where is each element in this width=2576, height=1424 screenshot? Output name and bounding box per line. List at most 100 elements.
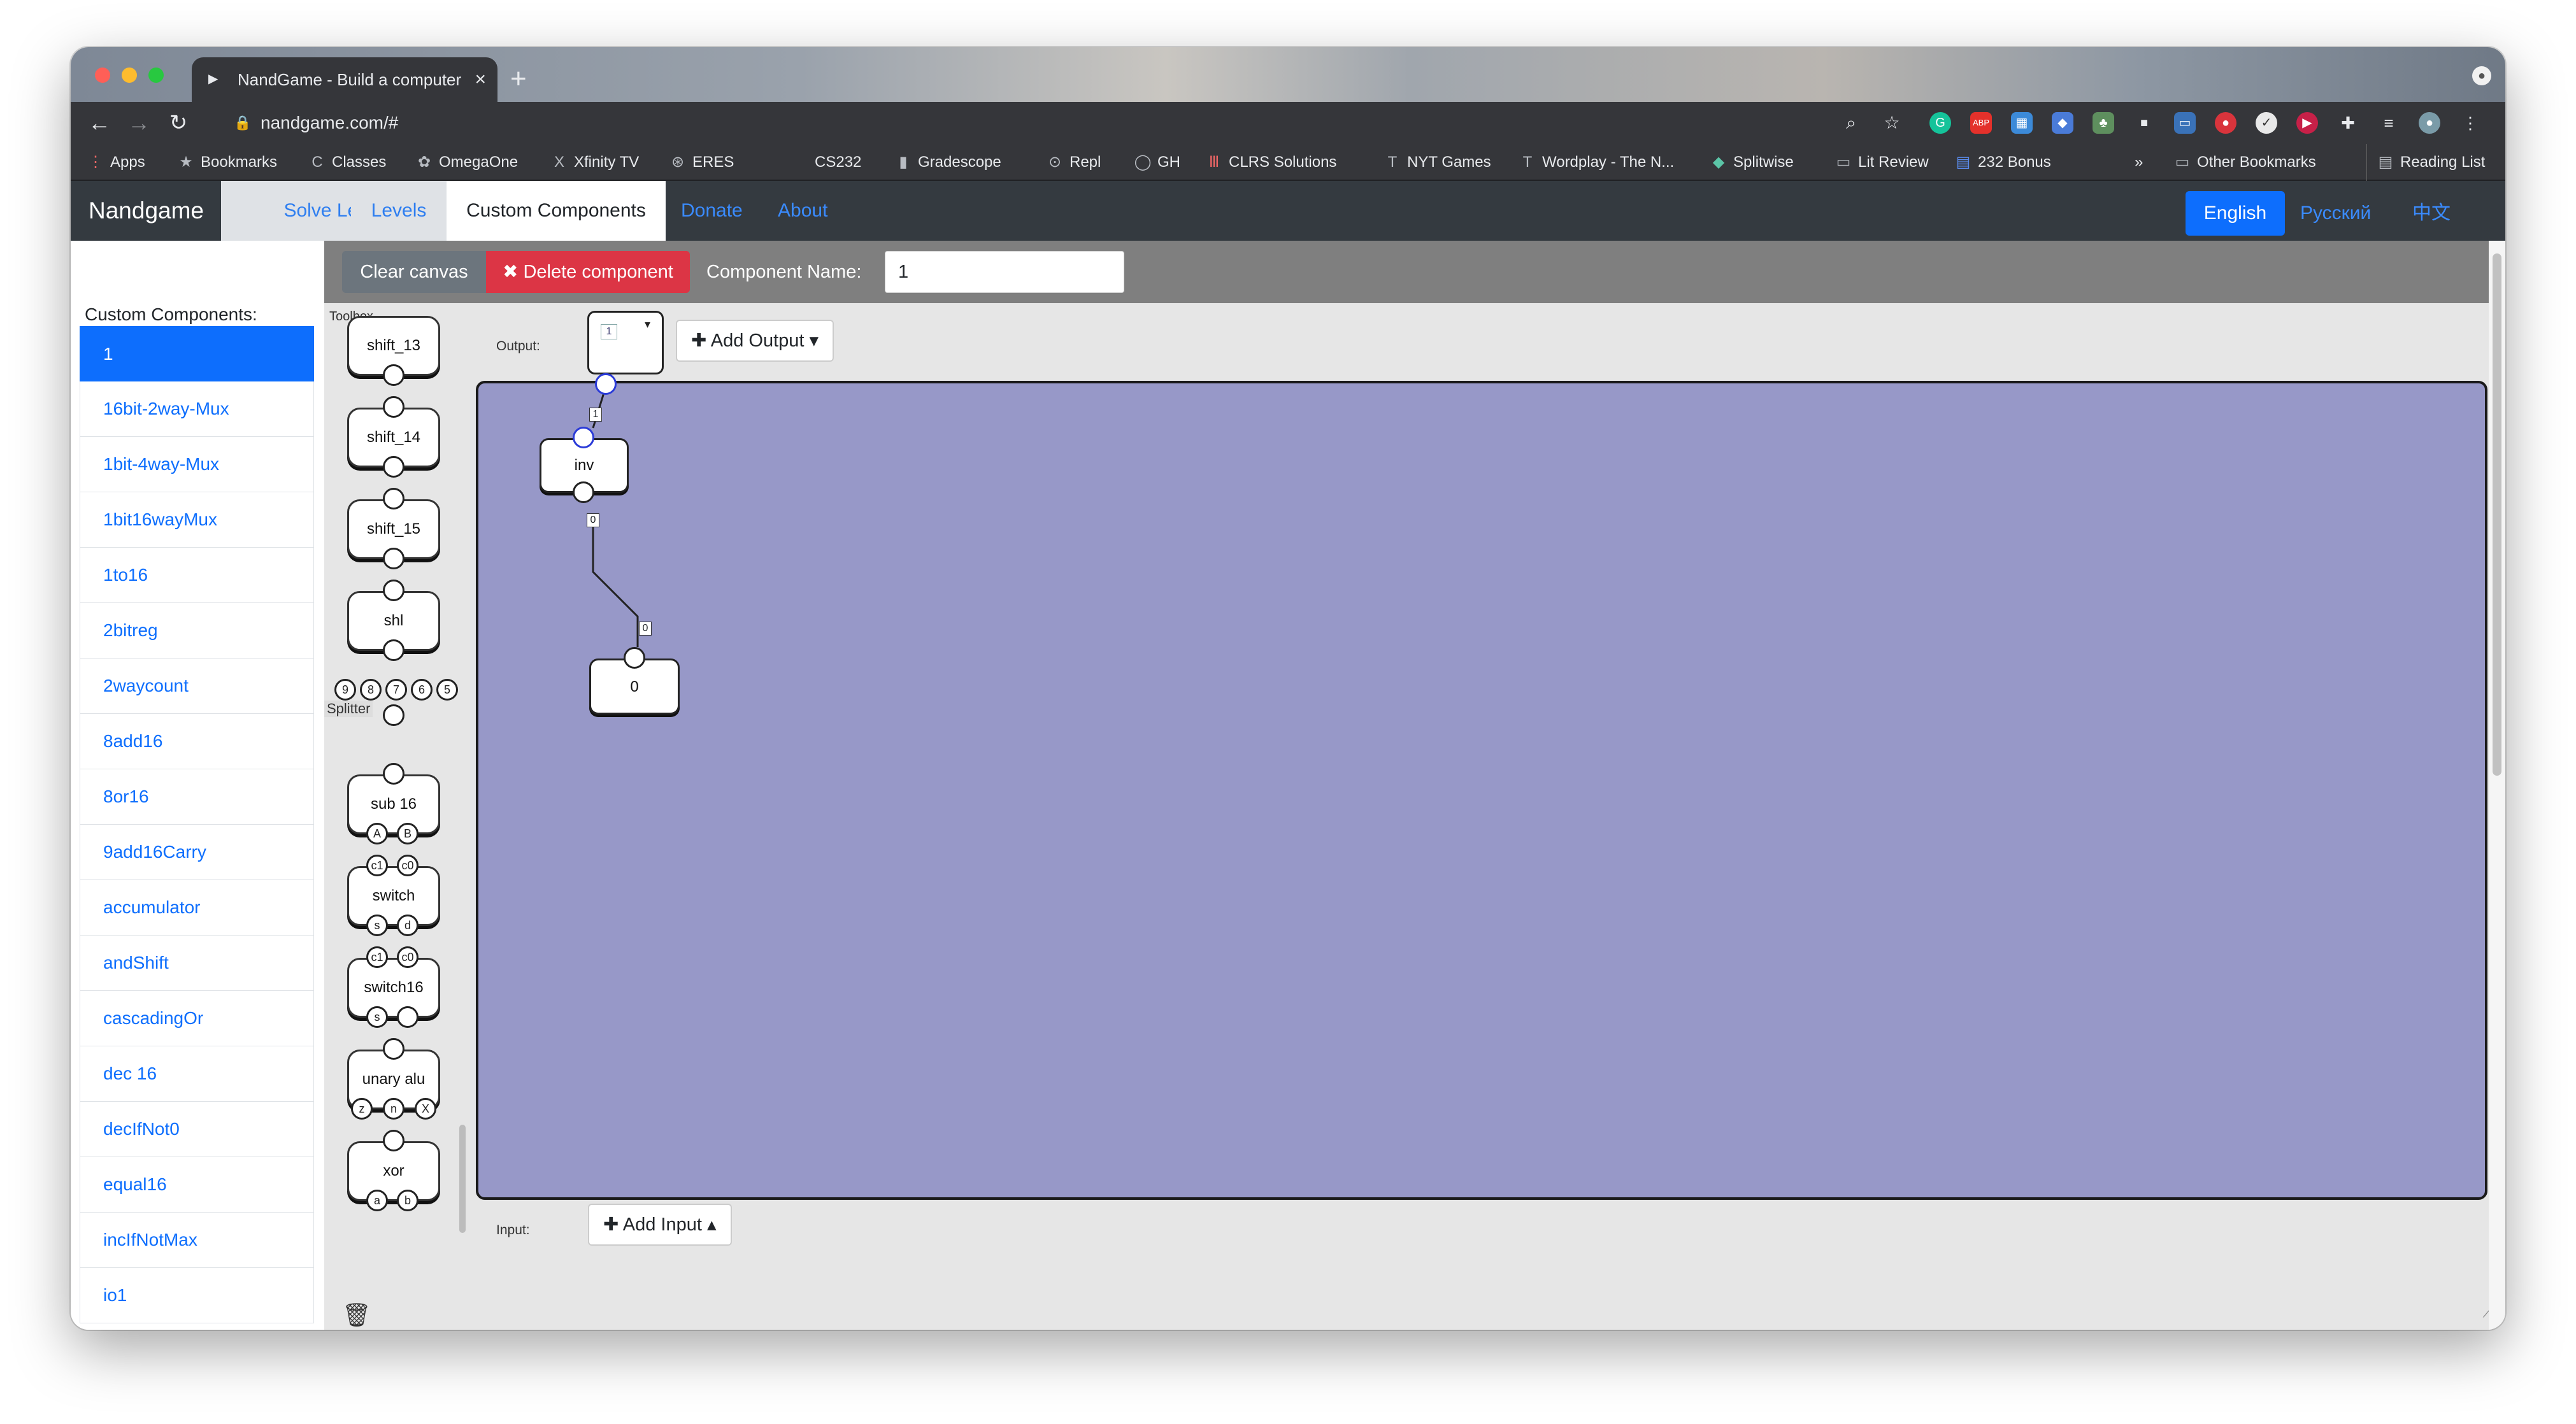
page-scrollbar[interactable] xyxy=(2489,241,2505,1330)
bookmark-item[interactable]: ⊙ Repl xyxy=(1045,144,1101,181)
output-port[interactable] xyxy=(595,373,617,395)
component-list-item[interactable]: 8or16 xyxy=(80,769,314,825)
component-list-item[interactable]: accumulator xyxy=(80,880,314,936)
delete-component-button[interactable]: ✖ Delete component xyxy=(486,251,690,293)
bookmark-star-icon[interactable]: ☆ xyxy=(1881,112,1903,134)
input-port[interactable] xyxy=(383,763,404,785)
bookmark-item[interactable]: ▮ Gradescope xyxy=(894,144,1001,181)
bookmark-item[interactable]: ◆ Splitwise xyxy=(1709,144,1794,181)
input-port[interactable]: c1 xyxy=(366,855,388,876)
profile-icon[interactable]: ● xyxy=(2472,66,2491,85)
input-port[interactable]: b xyxy=(397,1190,419,1211)
other-bookmarks[interactable]: ▭ Other Bookmarks xyxy=(2173,144,2316,181)
grammarly-icon[interactable]: G xyxy=(1929,112,1951,134)
bookmark-item[interactable]: X Xfinity TV xyxy=(550,144,639,181)
input-port[interactable]: a xyxy=(366,1190,388,1211)
bookmark-item[interactable]: CS232 xyxy=(791,144,861,181)
input-port[interactable]: n xyxy=(383,1098,404,1120)
input-port[interactable] xyxy=(383,396,404,418)
component-list-item[interactable]: cascadingOr xyxy=(80,991,314,1046)
extension-icon[interactable]: ▶ xyxy=(2296,112,2318,134)
extension-icon[interactable]: ✓ xyxy=(2256,112,2277,134)
bookmark-item[interactable]: ▤ 232 Bonus xyxy=(1954,144,2051,181)
menu-icon[interactable]: ⋮ xyxy=(2459,112,2481,134)
input-port[interactable]: c0 xyxy=(397,946,419,968)
input-port[interactable] xyxy=(383,488,404,509)
output-port[interactable] xyxy=(383,456,404,478)
input-port[interactable]: s xyxy=(366,915,388,936)
input-port[interactable]: c1 xyxy=(366,946,388,968)
component-list-item[interactable]: 2bitreg xyxy=(80,603,314,659)
trash-icon[interactable]: 🗑 xyxy=(342,1302,371,1328)
bookmark-item[interactable]: ⋮ Apps xyxy=(86,144,145,181)
brand[interactable]: Nandgame xyxy=(89,181,204,241)
output-port[interactable] xyxy=(383,548,404,569)
input-port[interactable]: z xyxy=(351,1098,373,1120)
back-icon[interactable]: ← xyxy=(83,102,115,144)
component-list-item[interactable]: 1 xyxy=(80,326,314,381)
bookmark-item[interactable]: ✿ OmegaOne xyxy=(415,144,518,181)
bookmark-item[interactable]: Ⅲ CLRS Solutions xyxy=(1205,144,1337,181)
component-list-item[interactable]: andShift xyxy=(80,936,314,991)
bookmark-item[interactable]: T NYT Games xyxy=(1383,144,1491,181)
bookmark-item[interactable]: C Classes xyxy=(308,144,386,181)
more-bookmarks-button[interactable]: » xyxy=(2135,144,2143,181)
extension-icon[interactable]: ▭ xyxy=(2174,112,2196,134)
close-window-button[interactable] xyxy=(95,68,110,83)
extension-icon[interactable]: ▦ xyxy=(2011,112,2033,134)
component-list-item[interactable]: incIfNotMax xyxy=(80,1213,314,1268)
output-port[interactable] xyxy=(383,1130,404,1151)
input-port[interactable] xyxy=(383,580,404,601)
forward-icon[interactable]: → xyxy=(123,102,155,144)
splitter-port[interactable]: 6 xyxy=(411,679,433,701)
reload-icon[interactable]: ↻ xyxy=(162,102,194,144)
lang-russian-link[interactable]: Русский xyxy=(2300,191,2371,236)
output-port[interactable] xyxy=(624,647,645,669)
input-port[interactable] xyxy=(397,1006,419,1028)
input-port[interactable]: s xyxy=(366,1006,388,1028)
bookmark-item[interactable]: ▭ Lit Review xyxy=(1834,144,1929,181)
splitter-port[interactable]: 9 xyxy=(334,679,356,701)
component-list-item[interactable]: 8add16 xyxy=(80,714,314,769)
input-port[interactable]: d xyxy=(397,915,419,936)
component-list-item[interactable]: dec 16 xyxy=(80,1046,314,1102)
minimize-window-button[interactable] xyxy=(122,68,137,83)
component-list-item[interactable]: io1 xyxy=(80,1268,314,1323)
input-port[interactable]: c0 xyxy=(397,855,419,876)
input-port[interactable]: B xyxy=(397,823,419,844)
scrollbar-thumb[interactable] xyxy=(2493,253,2501,776)
lang-english-button[interactable]: English xyxy=(2186,191,2285,236)
about-link[interactable]: About xyxy=(778,181,827,241)
input-port[interactable]: X xyxy=(415,1098,436,1120)
input-port[interactable]: A xyxy=(366,823,388,844)
component-list-item[interactable]: 1to16 xyxy=(80,548,314,603)
splitter-port[interactable]: 8 xyxy=(360,679,382,701)
bookmark-item[interactable]: ⊛ ERES xyxy=(668,144,734,181)
add-input-button[interactable]: ✚ Add Input ▴ xyxy=(588,1204,732,1246)
donate-link[interactable]: Donate xyxy=(681,181,743,241)
address-bar[interactable]: 🔒 nandgame.com/# xyxy=(230,107,1912,139)
bookmark-item[interactable]: ★ Bookmarks xyxy=(176,144,277,181)
adblock-icon[interactable]: ABP xyxy=(1970,112,1992,134)
output-port[interactable] xyxy=(383,364,404,386)
splitter-port[interactable]: 7 xyxy=(385,679,407,701)
lang-chinese-link[interactable]: 中文 xyxy=(2412,191,2451,236)
extension-icon[interactable]: ■ xyxy=(2133,112,2155,134)
avatar-icon[interactable]: ● xyxy=(2419,112,2440,134)
extension-icon[interactable]: ♣ xyxy=(2093,112,2114,134)
extension-icon[interactable]: ◆ xyxy=(2052,112,2073,134)
bookmark-item[interactable]: ◯ GH xyxy=(1133,144,1180,181)
input-port[interactable] xyxy=(573,427,594,448)
component-list-item[interactable]: 16bit-2way-Mux xyxy=(80,381,314,437)
new-tab-icon[interactable]: + xyxy=(510,59,527,99)
component-list-item[interactable]: decIfNot0 xyxy=(80,1102,314,1157)
tab-levels[interactable]: Levels xyxy=(351,181,447,241)
component-list-item[interactable]: equal16 xyxy=(80,1157,314,1213)
extensions-puzzle-icon[interactable]: ✚ xyxy=(2337,112,2359,134)
input-port[interactable] xyxy=(383,1038,404,1060)
splitter-port[interactable]: 5 xyxy=(436,679,458,701)
clear-canvas-button[interactable]: Clear canvas xyxy=(342,251,486,293)
toolbox-scrollbar[interactable] xyxy=(459,1125,466,1233)
toolbox-component[interactable]: switch xyxy=(347,866,440,926)
component-list-item[interactable]: 1bit16wayMux xyxy=(80,492,314,548)
